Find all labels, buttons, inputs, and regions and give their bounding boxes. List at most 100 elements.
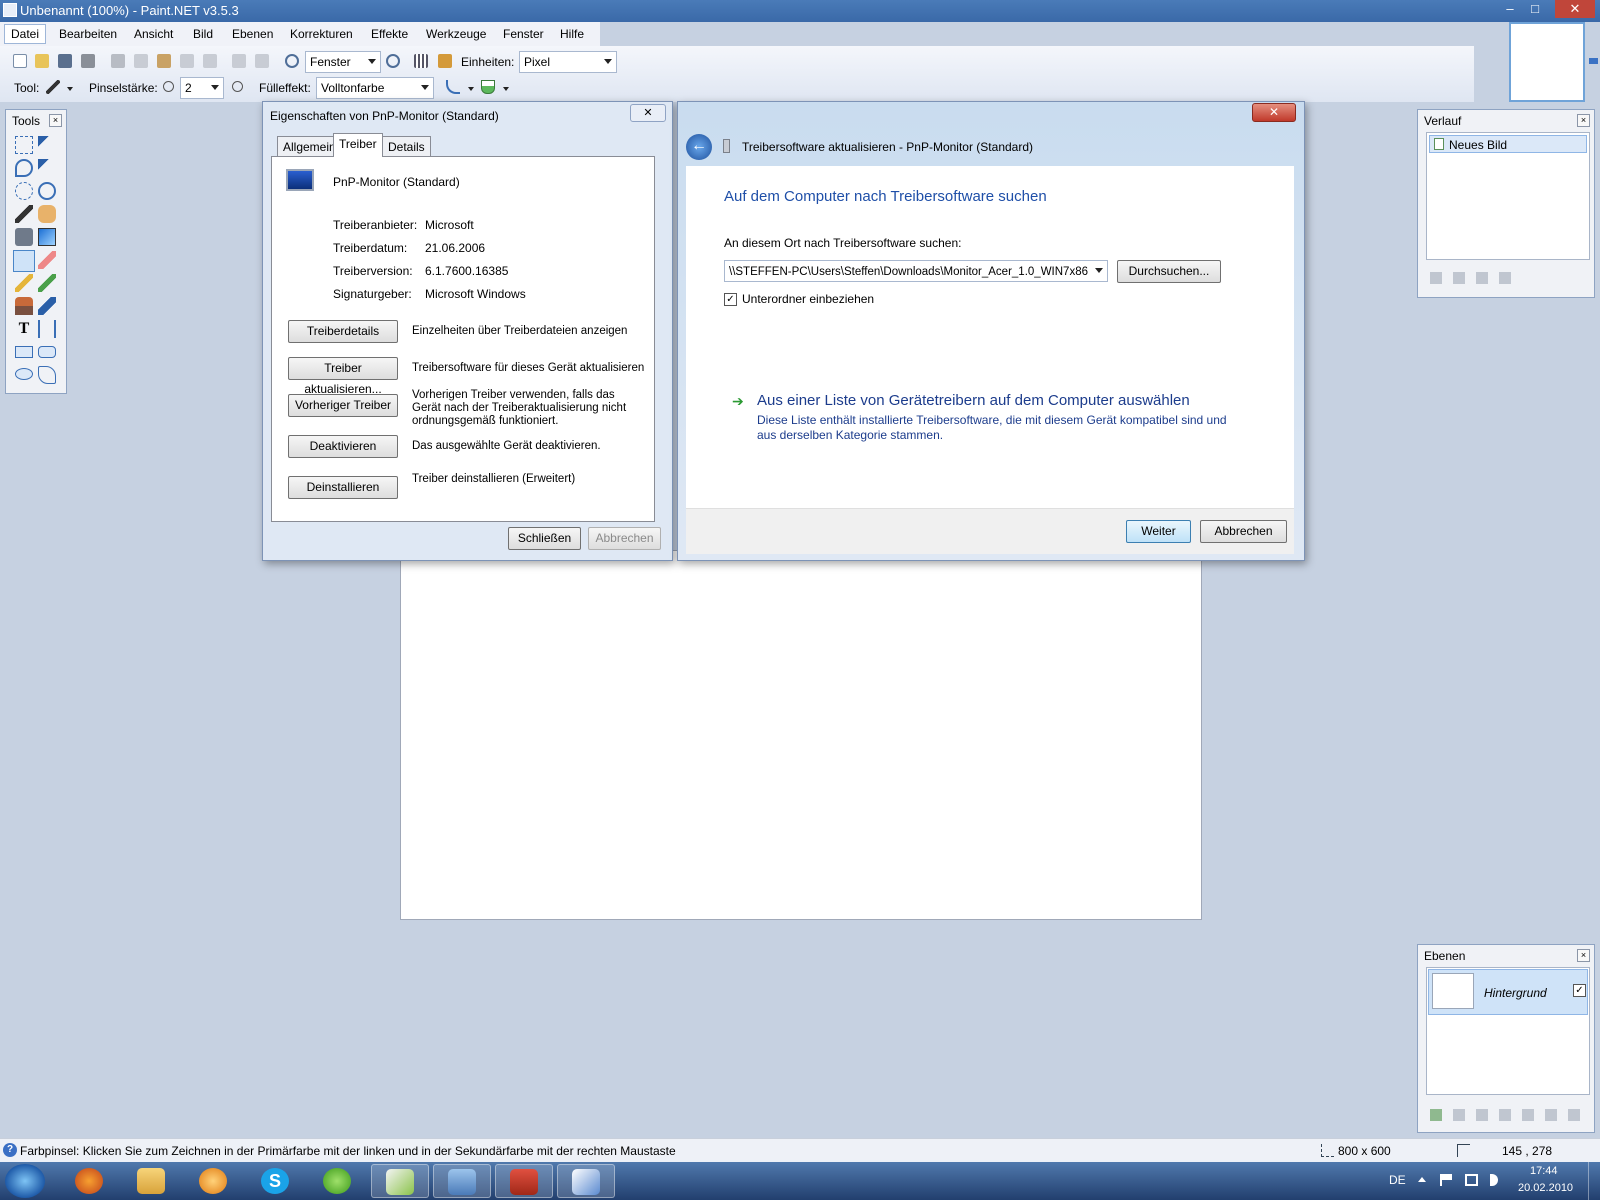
menu-ansicht[interactable]: Ansicht bbox=[134, 27, 173, 41]
print-icon[interactable] bbox=[81, 54, 95, 68]
decrease-icon[interactable] bbox=[163, 81, 174, 92]
minimize-button[interactable]: – bbox=[1497, 0, 1523, 18]
image-thumbnail[interactable] bbox=[1509, 22, 1585, 102]
thumb-scroll-icon[interactable] bbox=[1589, 58, 1598, 64]
action-center-flag-icon[interactable] bbox=[1440, 1174, 1452, 1186]
rollback-driver-button[interactable]: Vorheriger Treiber bbox=[288, 394, 398, 417]
rectangle-icon[interactable] bbox=[15, 346, 33, 358]
path-combo[interactable]: \\STEFFEN-PC\Users\Steffen\Downloads\Mon… bbox=[724, 260, 1108, 282]
menu-bearbeiten[interactable]: Bearbeiten bbox=[59, 27, 117, 41]
antialiasing-icon[interactable] bbox=[446, 80, 460, 94]
menu-korrekturen[interactable]: Korrekturen bbox=[290, 27, 353, 41]
save-icon[interactable] bbox=[58, 54, 72, 68]
zoom-in-icon[interactable] bbox=[386, 54, 400, 68]
freeform-shape-icon[interactable] bbox=[38, 366, 56, 384]
taskbar-explorer[interactable] bbox=[123, 1164, 181, 1198]
add-layer-icon[interactable] bbox=[1430, 1109, 1442, 1121]
taskbar-toolbox[interactable] bbox=[495, 1164, 553, 1198]
redo-icon[interactable] bbox=[255, 54, 269, 68]
layer-visibility-checkbox[interactable]: ✓ bbox=[1573, 984, 1586, 997]
volume-icon[interactable] bbox=[1490, 1174, 1498, 1186]
move-selection-icon[interactable] bbox=[38, 136, 56, 154]
history-undo-icon[interactable] bbox=[1453, 272, 1465, 284]
tab-allgemein[interactable]: Allgemein bbox=[277, 136, 342, 157]
zoom-combo[interactable]: Fenster bbox=[305, 51, 381, 73]
tool-dropdown-icon[interactable] bbox=[67, 87, 73, 91]
next-button[interactable]: Weiter bbox=[1126, 520, 1191, 543]
line-curve-icon[interactable] bbox=[38, 320, 56, 338]
blend-mode-icon[interactable] bbox=[481, 80, 495, 94]
tab-details[interactable]: Details bbox=[382, 136, 431, 157]
subfolder-checkbox[interactable]: ✓ bbox=[724, 293, 737, 306]
taskbar-media-player[interactable] bbox=[185, 1164, 243, 1198]
open-folder-icon[interactable] bbox=[35, 54, 49, 68]
paint-bucket-icon[interactable] bbox=[15, 228, 33, 246]
language-indicator[interactable]: DE bbox=[1389, 1173, 1406, 1187]
cut-icon[interactable] bbox=[111, 54, 125, 68]
lasso-icon[interactable] bbox=[15, 159, 33, 177]
history-item[interactable]: Neues Bild bbox=[1429, 135, 1587, 153]
magic-wand-icon[interactable] bbox=[15, 205, 33, 223]
tools-close-button[interactable]: × bbox=[49, 114, 62, 127]
wizard-close-button[interactable]: ✕ bbox=[1252, 103, 1296, 122]
taskbar-app-6[interactable] bbox=[371, 1164, 429, 1198]
layer-properties-icon[interactable] bbox=[1568, 1109, 1580, 1121]
move-pixels-icon[interactable] bbox=[38, 159, 56, 177]
text-tool-icon[interactable]: T bbox=[15, 320, 33, 338]
taskbar-icq[interactable] bbox=[309, 1164, 367, 1198]
delete-layer-icon[interactable] bbox=[1453, 1109, 1465, 1121]
uninstall-driver-button[interactable]: Deinstallieren bbox=[288, 476, 398, 499]
taskbar-device-manager[interactable] bbox=[433, 1164, 491, 1198]
menu-ebenen[interactable]: Ebenen bbox=[232, 27, 273, 41]
layer-row[interactable]: Hintergrund ✓ bbox=[1428, 969, 1588, 1015]
clone-stamp-icon[interactable] bbox=[15, 297, 33, 315]
menu-hilfe[interactable]: Hilfe bbox=[560, 27, 584, 41]
rounded-rect-icon[interactable] bbox=[38, 346, 56, 358]
undo-icon[interactable] bbox=[232, 54, 246, 68]
menu-fenster[interactable]: Fenster bbox=[503, 27, 544, 41]
eraser-icon[interactable] bbox=[38, 251, 56, 269]
history-redo-icon[interactable] bbox=[1476, 272, 1488, 284]
units-combo[interactable]: Pixel bbox=[519, 51, 617, 73]
brush-width-combo[interactable]: 2 bbox=[180, 77, 224, 99]
choose-from-list-link[interactable]: Aus einer Liste von Gerätetreibern auf d… bbox=[757, 392, 1190, 409]
zoom-out-icon[interactable] bbox=[285, 54, 299, 68]
ellipse-select-icon[interactable] bbox=[15, 182, 33, 200]
layers-close-button[interactable]: × bbox=[1577, 949, 1590, 962]
network-icon[interactable] bbox=[1465, 1174, 1478, 1186]
driver-details-button[interactable]: Treiberdetails bbox=[288, 320, 398, 343]
blend-dropdown-icon[interactable] bbox=[503, 87, 509, 91]
tab-treiber[interactable]: Treiber bbox=[333, 133, 383, 157]
clock-time[interactable]: 17:44 bbox=[1530, 1165, 1558, 1177]
start-button[interactable] bbox=[5, 1164, 45, 1198]
antialias-dropdown-icon[interactable] bbox=[468, 87, 474, 91]
recolor-icon[interactable] bbox=[38, 297, 56, 315]
back-arrow-icon[interactable]: ← bbox=[686, 134, 712, 160]
history-last-icon[interactable] bbox=[1499, 272, 1511, 284]
move-layer-up-icon[interactable] bbox=[1522, 1109, 1534, 1121]
update-driver-button[interactable]: Treiber aktualisieren... bbox=[288, 357, 398, 396]
history-close-button[interactable]: × bbox=[1577, 114, 1590, 127]
rect-select-icon[interactable] bbox=[15, 136, 33, 154]
fill-combo[interactable]: Volltonfarbe bbox=[316, 77, 434, 99]
deselect-icon[interactable] bbox=[203, 54, 217, 68]
taskbar-firefox[interactable] bbox=[61, 1164, 119, 1198]
gradient-icon[interactable] bbox=[38, 228, 56, 246]
color-picker-icon[interactable] bbox=[38, 274, 56, 292]
clock-date[interactable]: 20.02.2010 bbox=[1518, 1182, 1573, 1194]
history-first-icon[interactable] bbox=[1430, 272, 1442, 284]
menu-datei[interactable]: Datei bbox=[4, 24, 47, 44]
menu-werkzeuge[interactable]: Werkzeuge bbox=[426, 27, 486, 41]
close-window-button[interactable]: ✕ bbox=[1555, 0, 1595, 18]
ruler-icon[interactable] bbox=[438, 54, 452, 68]
show-desktop-button[interactable] bbox=[1588, 1162, 1600, 1200]
taskbar-skype[interactable]: S bbox=[247, 1164, 305, 1198]
show-hidden-icons-icon[interactable] bbox=[1418, 1177, 1426, 1182]
zoom-tool-icon[interactable] bbox=[38, 182, 56, 200]
crop-icon[interactable] bbox=[180, 54, 194, 68]
paste-icon[interactable] bbox=[157, 54, 171, 68]
duplicate-layer-icon[interactable] bbox=[1476, 1109, 1488, 1121]
pencil-icon[interactable] bbox=[15, 274, 33, 292]
paintbrush-tool-icon[interactable] bbox=[13, 250, 35, 272]
new-image-icon[interactable] bbox=[13, 54, 27, 68]
